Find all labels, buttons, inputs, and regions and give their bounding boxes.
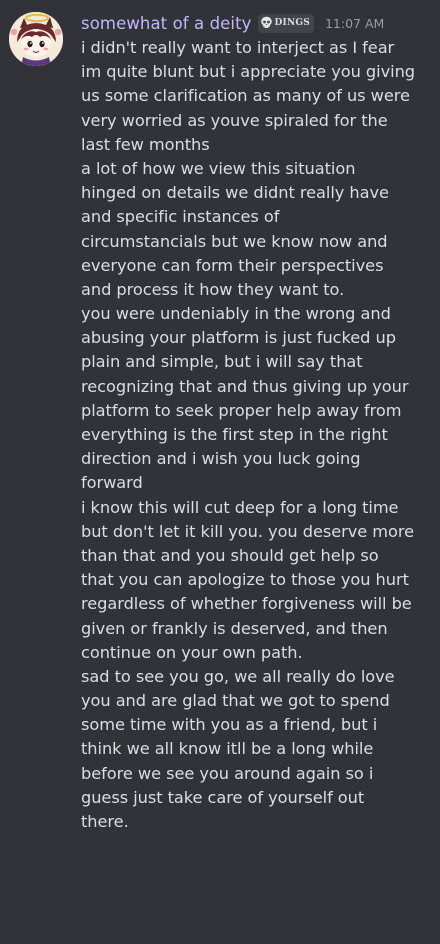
user-avatar[interactable] [9,12,63,66]
message-line: everything is the first step in the righ… [81,425,388,444]
message-line: think we all know itll be a long while [81,739,374,759]
message-line: some time with you as a friend, but i [81,715,378,735]
timestamp[interactable]: 11:07 AM [325,16,384,31]
message-line: abusing your platform is just fucked up [81,328,396,348]
message-header: somewhat of a deity DINGS 11:07 AM [81,9,384,37]
skull-icon [260,14,273,33]
message-line: a lot of how we view this situation [81,158,356,178]
message-line: i didn't really want to interject as I f… [81,38,395,57]
message-line: forward [81,473,143,493]
message-line: recognizing that and thus giving up your [81,376,409,396]
message-line: than that and you should get help so [81,545,379,565]
message-line: there. [81,812,129,831]
message-line: i know this will cut deep for a long tim… [81,497,399,517]
message-line: before we see you around again so i [81,763,374,783]
message-line: given or frankly is deserved, and then [81,618,388,638]
message-line: direction and i wish you luck going [81,449,361,469]
message-line: guess just take care of yourself out [81,787,365,807]
message-line: and process it how they want to. [81,279,345,299]
server-tag-label: DINGS [274,18,310,28]
message-line: and specific instances of [81,207,280,227]
message-line: you were undeniably in the wrong and [81,304,391,324]
message-line: circumstancials but we know now and [81,231,388,251]
chat-message: somewhat of a deity DINGS 11:07 AM i did… [0,0,440,944]
message-line: continue on your own path. [81,642,303,662]
message-line: that you can apologize to those you hurt [81,570,409,590]
message-line: platform to seek proper help away from [81,400,402,420]
message-line: last few months [81,134,210,154]
message-line: but don't let it kill you. you deserve m… [81,521,415,541]
username[interactable]: somewhat of a deity [81,14,252,33]
message-line: very worried as youve spiraled for the [81,110,388,130]
message-line: plain and simple, but i will say that [81,352,363,372]
message-line: im quite blunt but i appreciate you givi… [81,62,416,82]
message-content: i didn't really want to interject as I f… [81,36,431,834]
server-tag-badge[interactable]: DINGS [257,13,314,33]
message-line: everyone can form their perspectives [81,255,384,275]
message-line: hinged on details we didnt really have [81,183,389,203]
message-line: regardless of whether forgiveness will b… [81,594,412,614]
message-line: sad to see you go, we all really do love [81,666,395,686]
message-line: us some clarification as many of us were [81,86,410,106]
message-line: you and are glad that we got to spend [81,691,390,711]
